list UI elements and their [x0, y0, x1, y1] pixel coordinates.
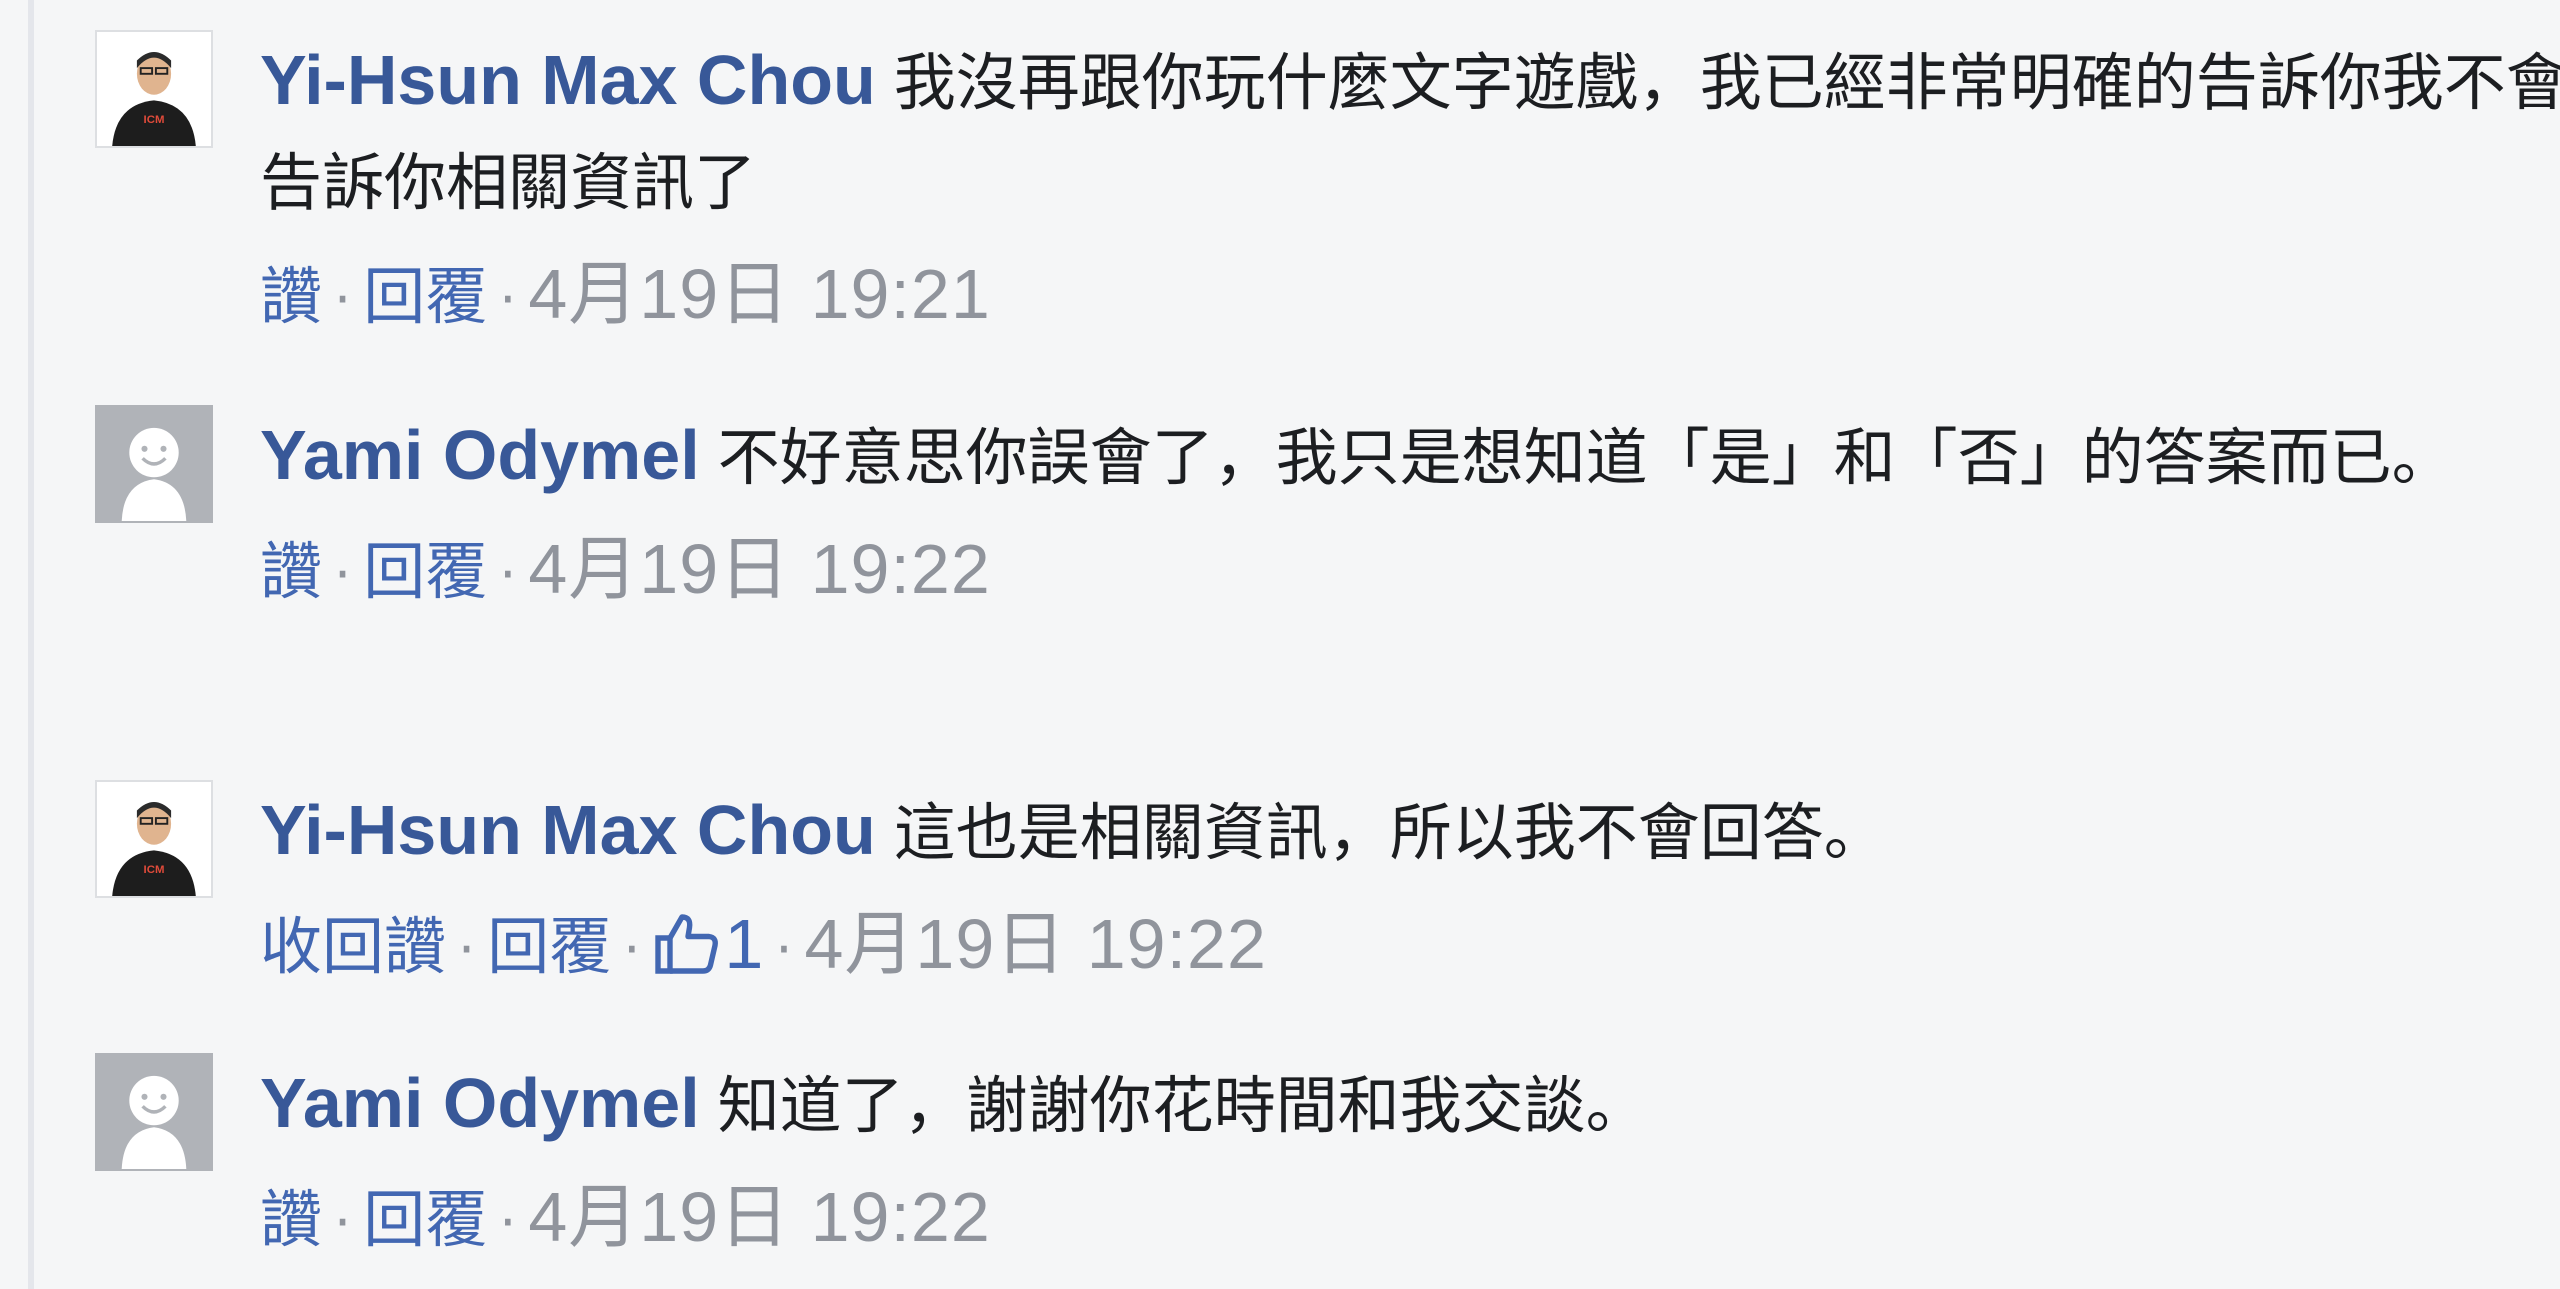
avatar[interactable]: [95, 1053, 213, 1171]
comment-message: 這也是相關資訊，所以我不會回答。: [893, 796, 1886, 869]
thread-indent-rule: [28, 0, 34, 1289]
separator-dot: ·: [334, 1191, 352, 1254]
default-avatar-icon: [97, 1055, 211, 1169]
avatar[interactable]: ICM: [95, 30, 213, 148]
avatar[interactable]: ICM: [95, 780, 213, 898]
comment-timestamp[interactable]: 4月19日 19:22: [804, 905, 1266, 983]
comment-text-block: Yami Odymel 不好意思你誤會了，我只是想知道「是」和「否」的答案而已。: [260, 405, 2560, 508]
comment-author-link[interactable]: Yami Odymel: [260, 416, 700, 494]
comment-timestamp[interactable]: 4月19日 19:21: [528, 255, 990, 333]
unlike-button[interactable]: 收回讚: [260, 910, 446, 983]
separator-dot: ·: [499, 1191, 517, 1254]
profile-photo-icon: ICM: [97, 782, 211, 896]
separator-dot: ·: [334, 268, 352, 331]
comment-timestamp[interactable]: 4月19日 19:22: [528, 530, 990, 608]
comment-text-block: Yi-Hsun Max Chou 這也是相關資訊，所以我不會回答。: [260, 780, 2560, 883]
reply-button[interactable]: 回覆: [487, 910, 611, 983]
svg-text:ICM: ICM: [144, 114, 165, 126]
comment-timestamp[interactable]: 4月19日 19:22: [528, 1178, 990, 1256]
separator-dot: ·: [499, 543, 517, 606]
reply-button[interactable]: 回覆: [363, 1183, 487, 1256]
reply-button[interactable]: 回覆: [363, 260, 487, 333]
reaction-count[interactable]: 1: [652, 905, 763, 983]
like-button[interactable]: 讚: [260, 535, 322, 608]
separator-dot: ·: [499, 268, 517, 331]
comment-text-block: Yi-Hsun Max Chou 我沒再跟你玩什麼文字遊戲，我已經非常明確的告訴你…: [260, 30, 2560, 233]
comment-author-link[interactable]: Yi-Hsun Max Chou: [260, 791, 876, 869]
comment-author-link[interactable]: Yi-Hsun Max Chou: [260, 41, 876, 119]
like-button[interactable]: 讚: [260, 1183, 322, 1256]
comment-author-link[interactable]: Yami Odymel: [260, 1064, 700, 1142]
default-avatar-icon: [97, 407, 211, 521]
comment-message: 不好意思你誤會了，我只是想知道「是」和「否」的答案而已。: [717, 421, 2454, 494]
separator-dot: ·: [458, 918, 476, 981]
like-count: 1: [724, 905, 764, 983]
separator-dot: ·: [334, 543, 352, 606]
comment-actions: 收回讚 · 回覆 · 1 · 4月19日 19:22: [260, 899, 2560, 989]
profile-photo-icon: ICM: [97, 32, 211, 146]
comment-actions: 讚 · 回覆 · 4月19日 19:21: [260, 249, 2560, 339]
svg-text:ICM: ICM: [144, 864, 165, 876]
comment-actions: 讚 · 回覆 · 4月19日 19:22: [260, 1172, 2560, 1262]
comment-message: 知道了，謝謝你花時間和我交談。: [717, 1069, 1648, 1142]
separator-dot: ·: [775, 918, 793, 981]
avatar[interactable]: [95, 405, 213, 523]
thumbs-up-icon: [655, 914, 719, 974]
reply-button[interactable]: 回覆: [363, 535, 487, 608]
like-button[interactable]: 讚: [260, 260, 322, 333]
comment-actions: 讚 · 回覆 · 4月19日 19:22: [260, 524, 2560, 614]
separator-dot: ·: [623, 918, 641, 981]
comment-text-block: Yami Odymel 知道了，謝謝你花時間和我交談。: [260, 1053, 2560, 1156]
